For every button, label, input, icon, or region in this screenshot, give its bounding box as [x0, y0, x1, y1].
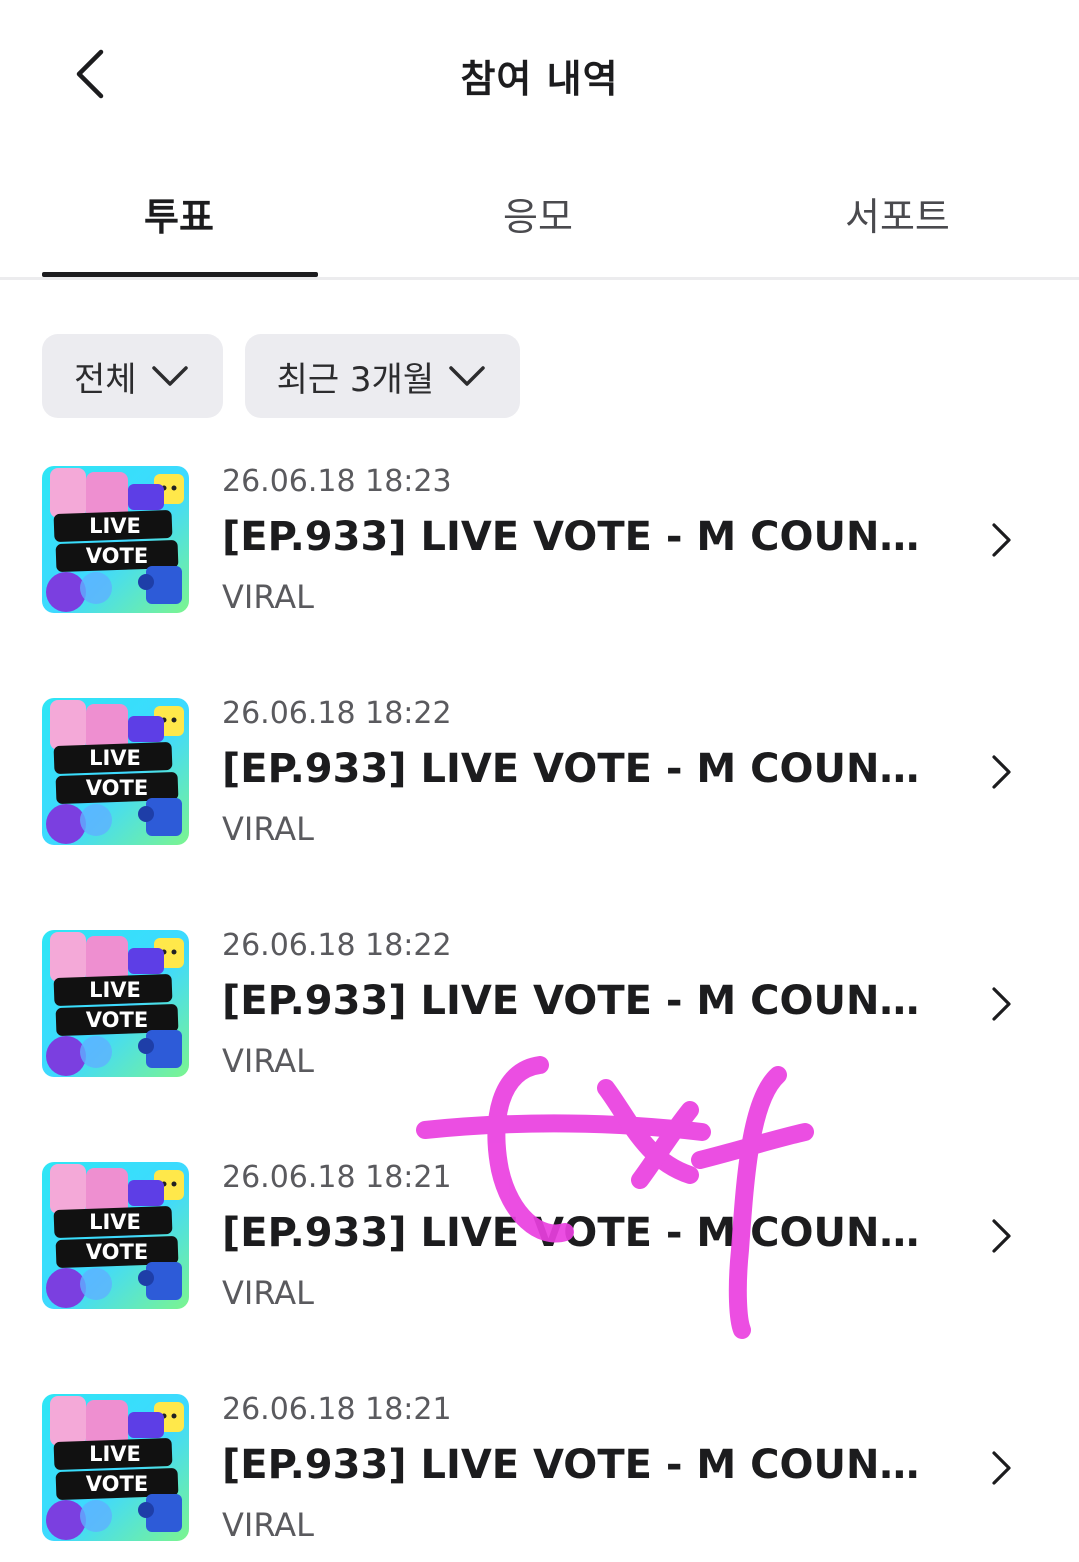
- item-date: 26.06.18 18:22: [222, 928, 452, 963]
- chevron-right-icon: [986, 1448, 1016, 1488]
- chevron-right-icon: [986, 752, 1016, 792]
- item-artist: VIRAL: [222, 1274, 314, 1312]
- list-item[interactable]: LIVE VOTE 26.06.18 18:21 [EP.933] LIVE V…: [0, 1160, 1079, 1392]
- item-title: [EP.933] LIVE VOTE - M COUNTDOWN: [222, 514, 922, 560]
- thumb-line2: VOTE: [86, 1008, 148, 1032]
- tab-entry[interactable]: 응모: [503, 186, 573, 241]
- item-title: [EP.933] LIVE VOTE - M COUNTDOWN: [222, 746, 922, 792]
- item-title: [EP.933] LIVE VOTE - M COUNTDOWN: [222, 1210, 922, 1256]
- tab-vote[interactable]: 투표: [144, 186, 214, 241]
- category-filter-label: 전체: [74, 359, 137, 400]
- participation-history-screen: 참여 내역 투표 응모 서포트 전체 최근 3개월 LIVE VOTE 26.0…: [0, 0, 1079, 1562]
- chevron-right-icon: [986, 520, 1016, 560]
- thumb-line2: VOTE: [86, 1240, 148, 1264]
- live-vote-thumbnail: LIVE VOTE: [42, 1162, 189, 1309]
- item-date: 26.06.18 18:21: [222, 1160, 452, 1195]
- list-item[interactable]: LIVE VOTE 26.06.18 18:22 [EP.933] LIVE V…: [0, 928, 1079, 1160]
- thumb-line2: VOTE: [86, 1472, 148, 1496]
- period-filter-dropdown[interactable]: 최근 3개월: [244, 334, 521, 418]
- page-title: 참여 내역: [460, 57, 619, 101]
- tab-support[interactable]: 서포트: [845, 186, 950, 241]
- live-vote-thumbnail: LIVE VOTE: [42, 1394, 189, 1541]
- item-artist: VIRAL: [222, 810, 314, 848]
- item-artist: VIRAL: [222, 1506, 314, 1544]
- live-vote-thumbnail: LIVE VOTE: [42, 698, 189, 845]
- item-date: 26.06.18 18:21: [222, 1392, 452, 1427]
- list-item[interactable]: LIVE VOTE 26.06.18 18:22 [EP.933] LIVE V…: [0, 696, 1079, 928]
- thumb-line1: LIVE: [89, 514, 141, 538]
- category-filter-dropdown[interactable]: 전체: [42, 334, 223, 418]
- live-vote-thumbnail: LIVE VOTE: [42, 466, 189, 613]
- thumb-line1: LIVE: [89, 1442, 141, 1466]
- item-date: 26.06.18 18:23: [222, 464, 452, 499]
- active-tab-indicator: [42, 272, 318, 277]
- chevron-down-icon: [448, 365, 486, 387]
- thumb-line2: VOTE: [86, 544, 148, 568]
- thumb-line1: LIVE: [89, 1210, 141, 1234]
- live-vote-thumbnail: LIVE VOTE: [42, 930, 189, 1077]
- thumb-line2: VOTE: [86, 776, 148, 800]
- item-title: [EP.933] LIVE VOTE - M COUNTDOWN: [222, 1442, 922, 1488]
- vote-history-list: LIVE VOTE 26.06.18 18:23 [EP.933] LIVE V…: [0, 464, 1079, 1562]
- period-filter-label: 최근 3개월: [276, 359, 435, 400]
- list-item[interactable]: LIVE VOTE 26.06.18 18:21 [EP.933] LIVE V…: [0, 1392, 1079, 1562]
- item-title: [EP.933] LIVE VOTE - M COUNTDOWN: [222, 978, 922, 1024]
- header: 참여 내역: [0, 0, 1079, 150]
- chevron-right-icon: [986, 1216, 1016, 1256]
- item-artist: VIRAL: [222, 1042, 314, 1080]
- thumb-line1: LIVE: [89, 746, 141, 770]
- tab-bar: 투표 응모 서포트: [0, 160, 1079, 280]
- chevron-right-icon: [986, 984, 1016, 1024]
- list-item[interactable]: LIVE VOTE 26.06.18 18:23 [EP.933] LIVE V…: [0, 464, 1079, 696]
- filter-bar: 전체 최근 3개월: [42, 334, 521, 418]
- thumb-line1: LIVE: [89, 978, 141, 1002]
- item-date: 26.06.18 18:22: [222, 696, 452, 731]
- chevron-down-icon: [151, 365, 189, 387]
- item-artist: VIRAL: [222, 578, 314, 616]
